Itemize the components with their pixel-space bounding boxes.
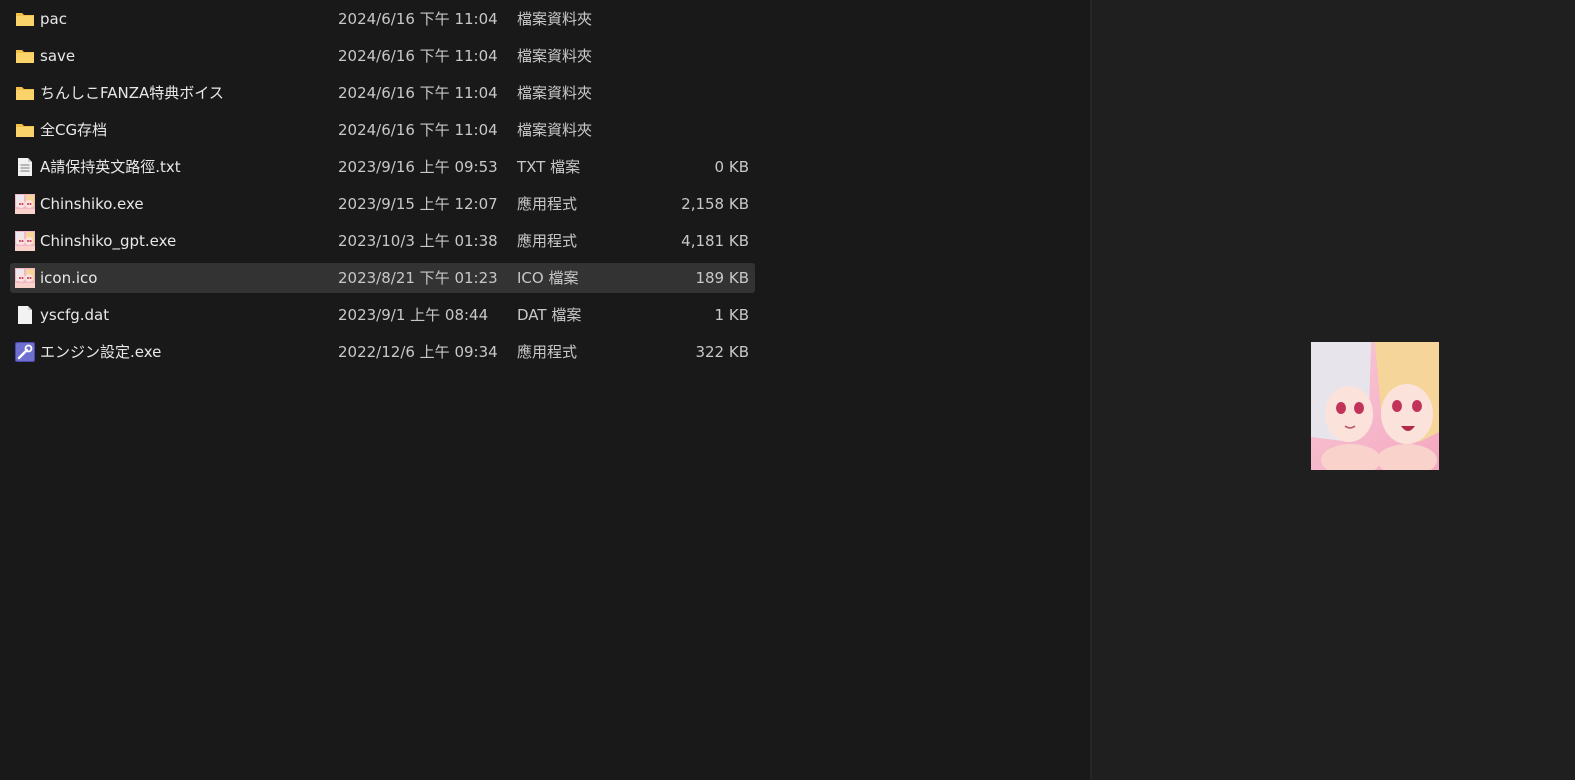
file-date-modified: 2023/9/15 上午 12:07 xyxy=(338,195,498,213)
file-name: pac xyxy=(40,10,67,28)
file-date-modified: 2024/6/16 下午 11:04 xyxy=(338,121,498,139)
file-date-modified: 2023/10/3 上午 01:38 xyxy=(338,232,498,250)
file-row[interactable]: yscfg.dat 2023/9/1 上午 08:44 DAT 檔案 1 KB xyxy=(10,300,755,330)
folder-icon xyxy=(15,46,35,66)
file-type: 應用程式 xyxy=(517,343,578,361)
file-list: pac 2024/6/16 下午 11:04 檔案資料夾 save 2024/6/16 … xyxy=(10,4,755,374)
file-type: 檔案資料夾 xyxy=(517,47,593,65)
file-row[interactable]: Chinshiko.exe 2023/9/15 上午 12:07 應用程式 2,158… xyxy=(10,189,755,219)
file-date-modified: 2023/8/21 下午 01:23 xyxy=(338,269,498,287)
folder-icon xyxy=(15,83,35,103)
app-icon xyxy=(15,231,35,251)
file-date-modified: 2024/6/16 下午 11:04 xyxy=(338,10,498,28)
file-size: 4,181 KB xyxy=(681,232,749,250)
app-icon xyxy=(15,194,35,214)
file-size: 322 KB xyxy=(695,343,749,361)
file-name: A請保持英文路徑.txt xyxy=(40,158,181,176)
file-explorer: pac 2024/6/16 下午 11:04 檔案資料夾 save 2024/6/16 … xyxy=(0,0,1575,780)
text-file-icon xyxy=(15,157,35,177)
file-type: ICO 檔案 xyxy=(517,269,579,287)
file-size: 189 KB xyxy=(695,269,749,287)
file-date-modified: 2024/6/16 下午 11:04 xyxy=(338,47,498,65)
file-name: icon.ico xyxy=(40,269,98,287)
file-name: ちんしこFANZA特典ボイス xyxy=(40,84,224,102)
file-row[interactable]: save 2024/6/16 下午 11:04 檔案資料夾 xyxy=(10,41,755,71)
file-name: エンジン設定.exe xyxy=(40,343,162,361)
file-name: yscfg.dat xyxy=(40,306,110,324)
file-name: Chinshiko.exe xyxy=(40,195,144,213)
file-name: Chinshiko_gpt.exe xyxy=(40,232,177,250)
file-row[interactable]: icon.ico 2023/8/21 下午 01:23 ICO 檔案 189 KB xyxy=(10,263,755,293)
file-name: 全CG存档 xyxy=(40,121,108,139)
file-list-pane[interactable]: pac 2024/6/16 下午 11:04 檔案資料夾 save 2024/6/16 … xyxy=(0,0,1090,780)
file-row[interactable]: A請保持英文路徑.txt 2023/9/16 上午 09:53 TXT 檔案 0 KB xyxy=(10,152,755,182)
file-row[interactable]: pac 2024/6/16 下午 11:04 檔案資料夾 xyxy=(10,4,755,34)
file-type: 檔案資料夾 xyxy=(517,121,593,139)
file-row[interactable]: エンジン設定.exe 2022/12/6 上午 09:34 應用程式 322 KB xyxy=(10,337,755,367)
image-file-icon xyxy=(15,268,35,288)
file-size: 0 KB xyxy=(714,158,749,176)
settings-app-icon xyxy=(15,342,35,362)
file-type: 應用程式 xyxy=(517,232,578,250)
file-date-modified: 2023/9/1 上午 08:44 xyxy=(338,306,489,324)
file-size: 2,158 KB xyxy=(681,195,749,213)
file-date-modified: 2022/12/6 上午 09:34 xyxy=(338,343,498,361)
file-date-modified: 2023/9/16 上午 09:53 xyxy=(338,158,498,176)
blank-file-icon xyxy=(15,305,35,325)
file-type: 應用程式 xyxy=(517,195,578,213)
preview-pane xyxy=(1092,0,1575,780)
file-size: 1 KB xyxy=(714,306,749,324)
file-type: 檔案資料夾 xyxy=(517,84,593,102)
file-type: TXT 檔案 xyxy=(517,158,581,176)
file-row[interactable]: ちんしこFANZA特典ボイス 2024/6/16 下午 11:04 檔案資料夾 xyxy=(10,78,755,108)
file-date-modified: 2024/6/16 下午 11:04 xyxy=(338,84,498,102)
file-row[interactable]: Chinshiko_gpt.exe 2023/10/3 上午 01:38 應用程式 4… xyxy=(10,226,755,256)
image-preview-thumbnail xyxy=(1311,342,1439,476)
folder-icon xyxy=(15,120,35,140)
folder-icon xyxy=(15,9,35,29)
file-type: 檔案資料夾 xyxy=(517,10,593,28)
file-row[interactable]: 全CG存档 2024/6/16 下午 11:04 檔案資料夾 xyxy=(10,115,755,145)
file-type: DAT 檔案 xyxy=(517,306,582,324)
file-name: save xyxy=(40,47,76,65)
